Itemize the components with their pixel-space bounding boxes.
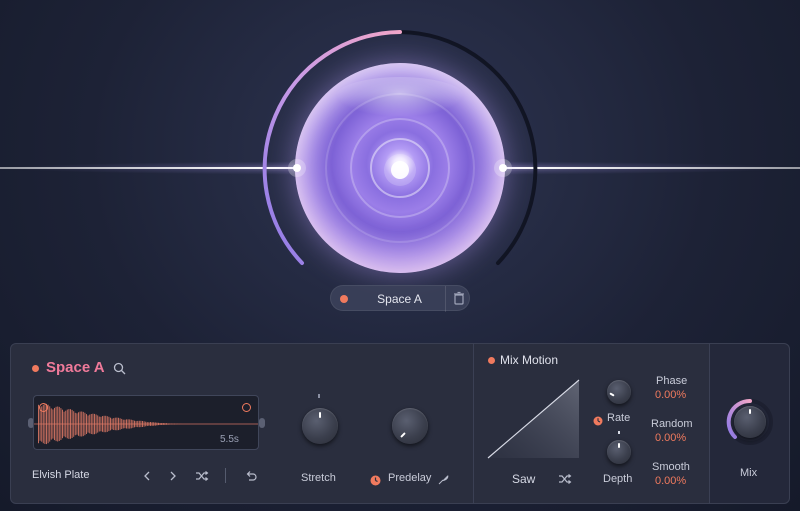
decay-duration: 5.5s [220, 434, 239, 445]
waveform-end-marker[interactable] [242, 403, 251, 412]
depth-label: Depth [603, 473, 633, 485]
feather-icon[interactable] [438, 472, 450, 485]
mix-label: Mix [740, 467, 758, 479]
phase-value[interactable]: 0.00% [655, 389, 686, 401]
timer-icon[interactable] [593, 413, 603, 426]
preset-name[interactable]: Elvish Plate [32, 469, 89, 481]
lfo-shape-label[interactable]: Saw [512, 472, 535, 486]
space-active-dot [340, 295, 348, 303]
smooth-label: Smooth [652, 461, 690, 473]
shuffle-icon[interactable] [195, 469, 209, 483]
smooth-value[interactable]: 0.00% [655, 475, 686, 487]
waveform-right-handle[interactable] [259, 418, 265, 428]
chevron-right-icon[interactable] [166, 469, 180, 483]
space-name-selector[interactable]: Space A [330, 285, 470, 312]
space-power-dot[interactable] [32, 365, 39, 372]
chevron-left-icon[interactable] [140, 469, 154, 483]
stretch-label: Stretch [301, 472, 336, 484]
section-divider [473, 343, 474, 504]
rate-label: Rate [607, 412, 631, 424]
space-title: Space A [46, 359, 105, 376]
mix-motion-title: Mix Motion [500, 353, 559, 367]
timer-icon[interactable] [370, 473, 381, 486]
predelay-label: Predelay [388, 472, 432, 484]
search-icon[interactable] [113, 362, 126, 375]
beam-crossings [288, 159, 512, 177]
waveform-start-marker[interactable] [39, 403, 48, 412]
depth-center-tick [618, 431, 620, 434]
space-name-label[interactable]: Space A [357, 286, 442, 312]
shuffle-icon[interactable] [558, 472, 572, 486]
rate-knob[interactable] [607, 380, 631, 404]
phase-label: Phase [656, 375, 688, 387]
space-visualizer[interactable]: Space A [0, 0, 800, 330]
lfo-shape-display[interactable] [486, 378, 581, 460]
stretch-center-tick [318, 394, 320, 398]
random-label: Random [651, 418, 693, 430]
predelay-knob[interactable] [392, 408, 428, 444]
random-value[interactable]: 0.00% [655, 432, 686, 444]
control-separator [225, 468, 226, 483]
stretch-knob[interactable] [302, 408, 338, 444]
undo-icon[interactable] [244, 469, 258, 483]
pill-divider [445, 286, 446, 312]
trash-icon[interactable] [449, 286, 469, 312]
section-divider [709, 343, 710, 504]
mix-motion-power-dot[interactable] [488, 357, 495, 364]
mix-knob[interactable] [734, 406, 766, 438]
depth-knob[interactable] [607, 440, 631, 464]
